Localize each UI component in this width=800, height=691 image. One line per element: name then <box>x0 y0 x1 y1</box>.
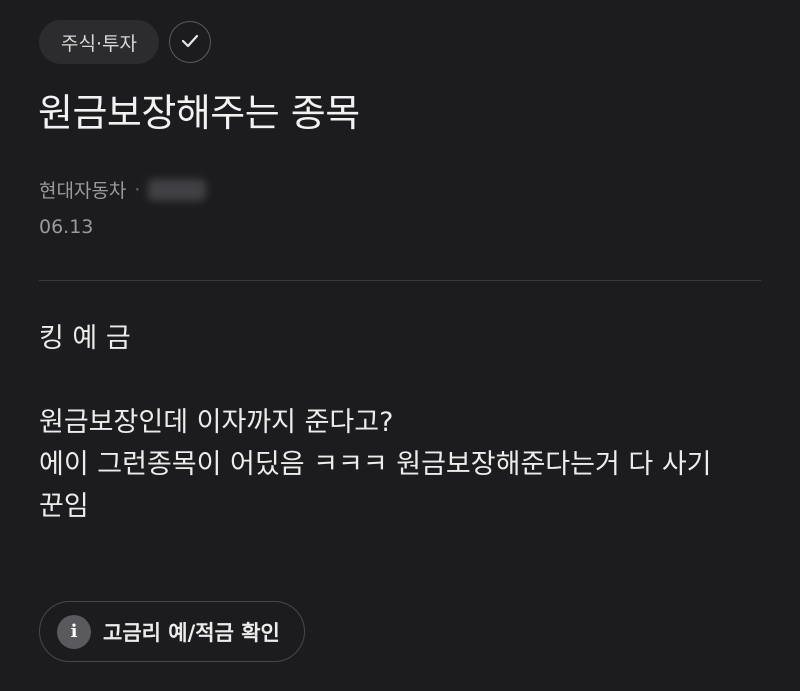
high-rate-deposit-button[interactable]: i 고금리 예/적금 확인 <box>39 601 305 662</box>
body-line: 원금보장인데 이자까지 준다고? <box>39 407 394 438</box>
body-line: 킹 예 금 <box>39 323 131 354</box>
post-body: 킹 예 금 원금보장인데 이자까지 준다고? 에이 그런종목이 어딨음 ㅋㅋㅋ … <box>39 318 769 528</box>
body-line: 에이 그런종목이 어딨음 ㅋㅋㅋ 원금보장해준다는거 다 사기 <box>39 449 712 480</box>
post-title: 원금보장해주는 종목 <box>38 91 360 135</box>
high-rate-deposit-label: 고금리 예/적금 확인 <box>103 620 280 645</box>
author-company[interactable]: 현대자동차 <box>39 176 126 203</box>
post-date: 06.13 <box>39 216 94 238</box>
post-meta: 현대자동차 · <box>39 176 207 203</box>
post-header: 주식·투자 <box>39 20 211 64</box>
category-label: 주식·투자 <box>61 32 137 55</box>
body-line: 꾼임 <box>39 491 89 522</box>
meta-separator: · <box>134 178 141 201</box>
divider <box>39 280 761 281</box>
author-name-redacted <box>148 178 207 201</box>
check-button[interactable] <box>168 21 211 63</box>
category-tag[interactable]: 주식·투자 <box>39 20 159 64</box>
check-icon <box>181 33 199 52</box>
info-icon: i <box>57 614 91 649</box>
